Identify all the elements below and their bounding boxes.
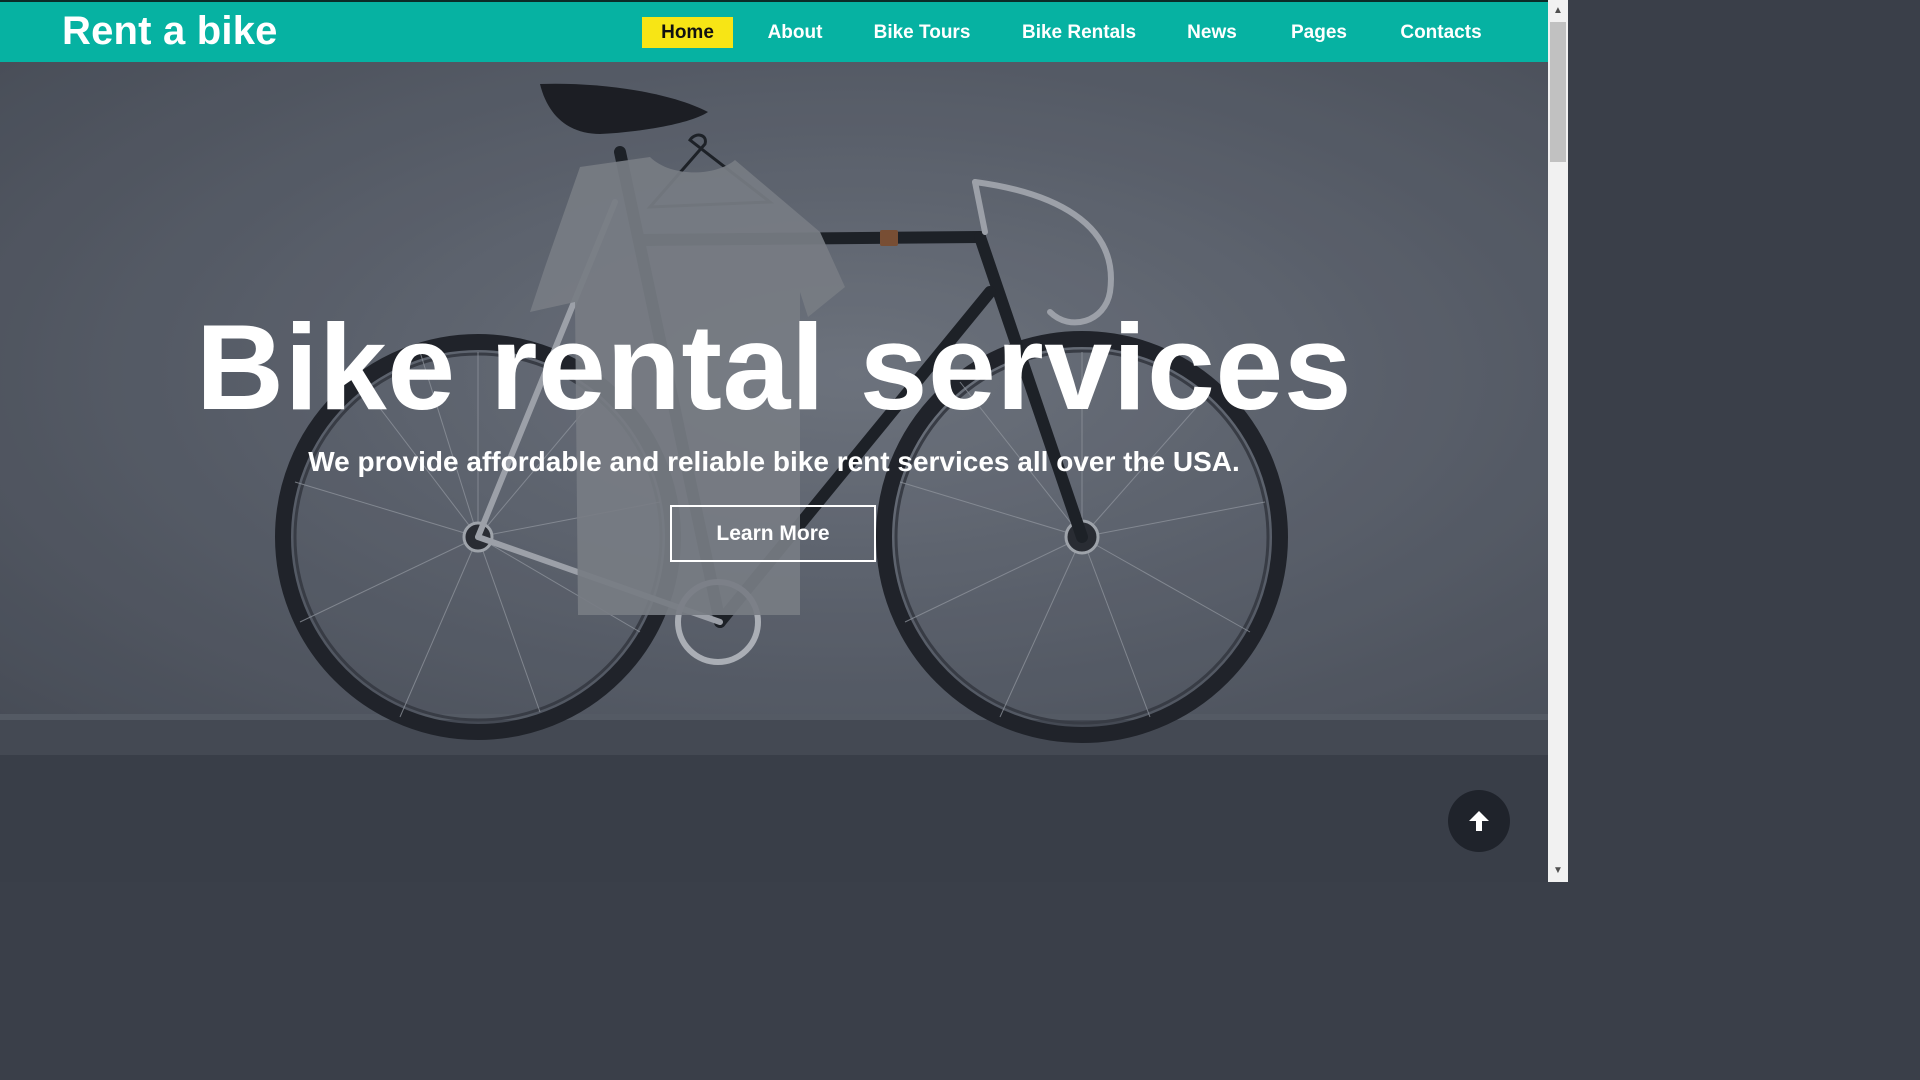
nav-item-bike-rentals[interactable]: Bike Rentals [1008, 17, 1150, 48]
navbar: Rent a bike Home About Bike Tours Bike R… [0, 2, 1548, 62]
main-nav: Home About Bike Tours Bike Rentals News … [0, 17, 1548, 49]
nav-item-contacts[interactable]: Contacts [1386, 17, 1496, 48]
chevron-down-icon[interactable]: ▼ [1548, 862, 1568, 880]
hero-section: Bike rental services We provide affordab… [0, 62, 1548, 755]
arrow-up-icon [1469, 811, 1489, 831]
nav-item-news[interactable]: News [1174, 17, 1250, 48]
hero-subtitle: We provide affordable and reliable bike … [308, 446, 1240, 477]
content-section [0, 755, 1548, 882]
vertical-scrollbar[interactable]: ▲ ▼ [1548, 0, 1568, 882]
learn-more-button[interactable]: Learn More [670, 505, 876, 562]
scroll-to-top-button[interactable] [1448, 790, 1510, 852]
hero-title: Bike rental services [195, 299, 1353, 435]
nav-item-pages[interactable]: Pages [1276, 17, 1362, 48]
chevron-up-icon[interactable]: ▲ [1548, 2, 1568, 20]
scrollbar-thumb[interactable] [1550, 22, 1566, 162]
nav-item-bike-tours[interactable]: Bike Tours [860, 17, 984, 48]
nav-item-about[interactable]: About [752, 17, 838, 48]
nav-item-home[interactable]: Home [642, 17, 733, 48]
